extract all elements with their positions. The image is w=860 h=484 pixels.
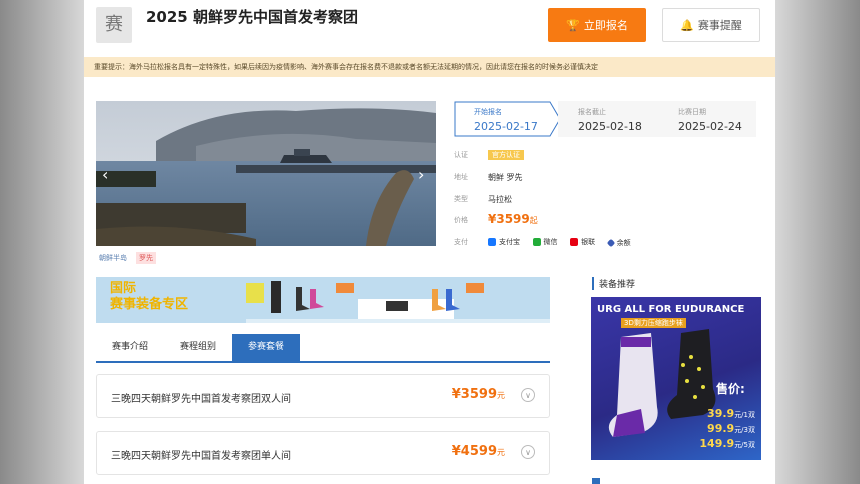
- sock-image: [608, 329, 716, 437]
- pay-unionpay: 银联: [570, 237, 595, 247]
- remind-button[interactable]: 🔔 赛事提醒: [662, 8, 760, 42]
- pay-wechat: 微信: [532, 237, 558, 247]
- photo-prev-arrow[interactable]: ‹: [102, 165, 108, 184]
- ad-price: 149.9元/5双: [699, 437, 755, 450]
- register-button-label: 立即报名: [583, 19, 628, 32]
- step-label: 开始报名: [474, 108, 502, 116]
- info-key: 价格: [454, 216, 468, 224]
- balance-icon: [606, 238, 615, 248]
- event-page: 赛 2025 朝鲜罗先中国首发考察团 🏆 立即报名 🔔 赛事提醒 重要提示：海外…: [84, 0, 775, 484]
- wechat-icon: [532, 238, 541, 246]
- equipment-banner[interactable]: 国际 赛事装备专区: [96, 277, 550, 323]
- event-logo: 赛: [96, 7, 132, 43]
- step-date: 2025-02-18: [578, 120, 642, 133]
- chevron-down-icon[interactable]: ∨: [521, 388, 535, 402]
- ad-price: 99.9元/3双: [707, 422, 755, 435]
- step-label: 报名截止: [578, 108, 606, 116]
- ad-price-label: 售价:: [716, 382, 745, 396]
- right-backdrop: [775, 0, 860, 484]
- package-item[interactable]: 三晚四天朝鲜罗先中国首发考察团双人间 ¥3599元 ∨: [96, 374, 550, 418]
- pay-methods: 支付宝 微信 银联 余额: [488, 237, 641, 248]
- info-key: 地址: [454, 173, 468, 181]
- equipment-title: 装备推荐: [592, 277, 635, 290]
- photo-tag[interactable]: 罗先: [136, 252, 156, 264]
- step-date: 2025-02-24: [678, 120, 742, 133]
- tab-schedule[interactable]: 赛程组别: [164, 334, 232, 361]
- sock-ad[interactable]: URG ALL FOR EUDURANCE 3D剩力压缩跑步袜 售价: 39.9…: [591, 297, 761, 460]
- detail-tabs: 赛事介绍 赛程组别 参赛套餐: [96, 334, 550, 363]
- ad-price: 39.9元/1双: [707, 407, 755, 420]
- package-price: ¥3599元: [451, 387, 505, 402]
- info-key: 支付: [454, 238, 468, 246]
- register-button[interactable]: 🏆 立即报名: [548, 8, 646, 42]
- package-item[interactable]: 三晚四天朝鲜罗先中国首发考察团单人间 ¥4599元 ∨: [96, 431, 550, 475]
- next-section-marker: [592, 478, 600, 484]
- photo-tag[interactable]: 朝鲜半岛: [96, 252, 130, 264]
- alipay-icon: [488, 238, 496, 246]
- pay-balance: 余额: [606, 238, 631, 248]
- pay-alipay: 支付宝: [488, 237, 520, 247]
- left-backdrop: [0, 0, 84, 484]
- remind-button-label: 赛事提醒: [697, 19, 742, 32]
- info-price-value: ¥3599起: [488, 212, 538, 226]
- step-date: 2025-02-17: [474, 120, 538, 133]
- package-price: ¥4599元: [451, 444, 505, 459]
- info-place-value: 朝鲜 罗先: [488, 173, 523, 182]
- trophy-icon: 🏆: [566, 18, 580, 32]
- banner-products: [246, 281, 550, 323]
- chevron-down-icon[interactable]: ∨: [521, 445, 535, 459]
- schedule-steps: 开始报名 2025-02-17 报名截止 2025-02-18 比赛日期 202…: [454, 101, 756, 137]
- page-header: 赛 2025 朝鲜罗先中国首发考察团 🏆 立即报名 🔔 赛事提醒: [84, 0, 775, 52]
- event-photo: ‹ ›: [96, 101, 436, 246]
- harbor-image: [96, 101, 436, 246]
- tab-intro[interactable]: 赛事介绍: [96, 334, 164, 361]
- unionpay-icon: [570, 238, 579, 246]
- cert-badge: 官方认证: [488, 150, 524, 160]
- bell-icon: 🔔: [680, 18, 694, 32]
- important-notice: 重要提示：海外马拉松报名具有一定特殊性，如果后续因为疫情影响、海外赛事会存在报名…: [84, 57, 775, 77]
- page-title: 2025 朝鲜罗先中国首发考察团: [146, 8, 358, 26]
- tab-packages[interactable]: 参赛套餐: [232, 334, 300, 361]
- photo-tags: 朝鲜半岛 罗先: [96, 252, 156, 264]
- photo-next-arrow[interactable]: ›: [418, 165, 424, 184]
- step-deadline: 报名截止 2025-02-18: [558, 101, 658, 137]
- package-name: 三晚四天朝鲜罗先中国首发考察团双人间: [111, 394, 291, 405]
- info-key: 类型: [454, 195, 468, 203]
- package-name: 三晚四天朝鲜罗先中国首发考察团单人间: [111, 451, 291, 462]
- step-label: 比赛日期: [678, 108, 706, 116]
- step-start: 开始报名 2025-02-17: [454, 101, 560, 137]
- step-race-day: 比赛日期 2025-02-24: [658, 101, 756, 137]
- info-key: 认证: [454, 151, 468, 159]
- info-type-value: 马拉松: [488, 195, 512, 204]
